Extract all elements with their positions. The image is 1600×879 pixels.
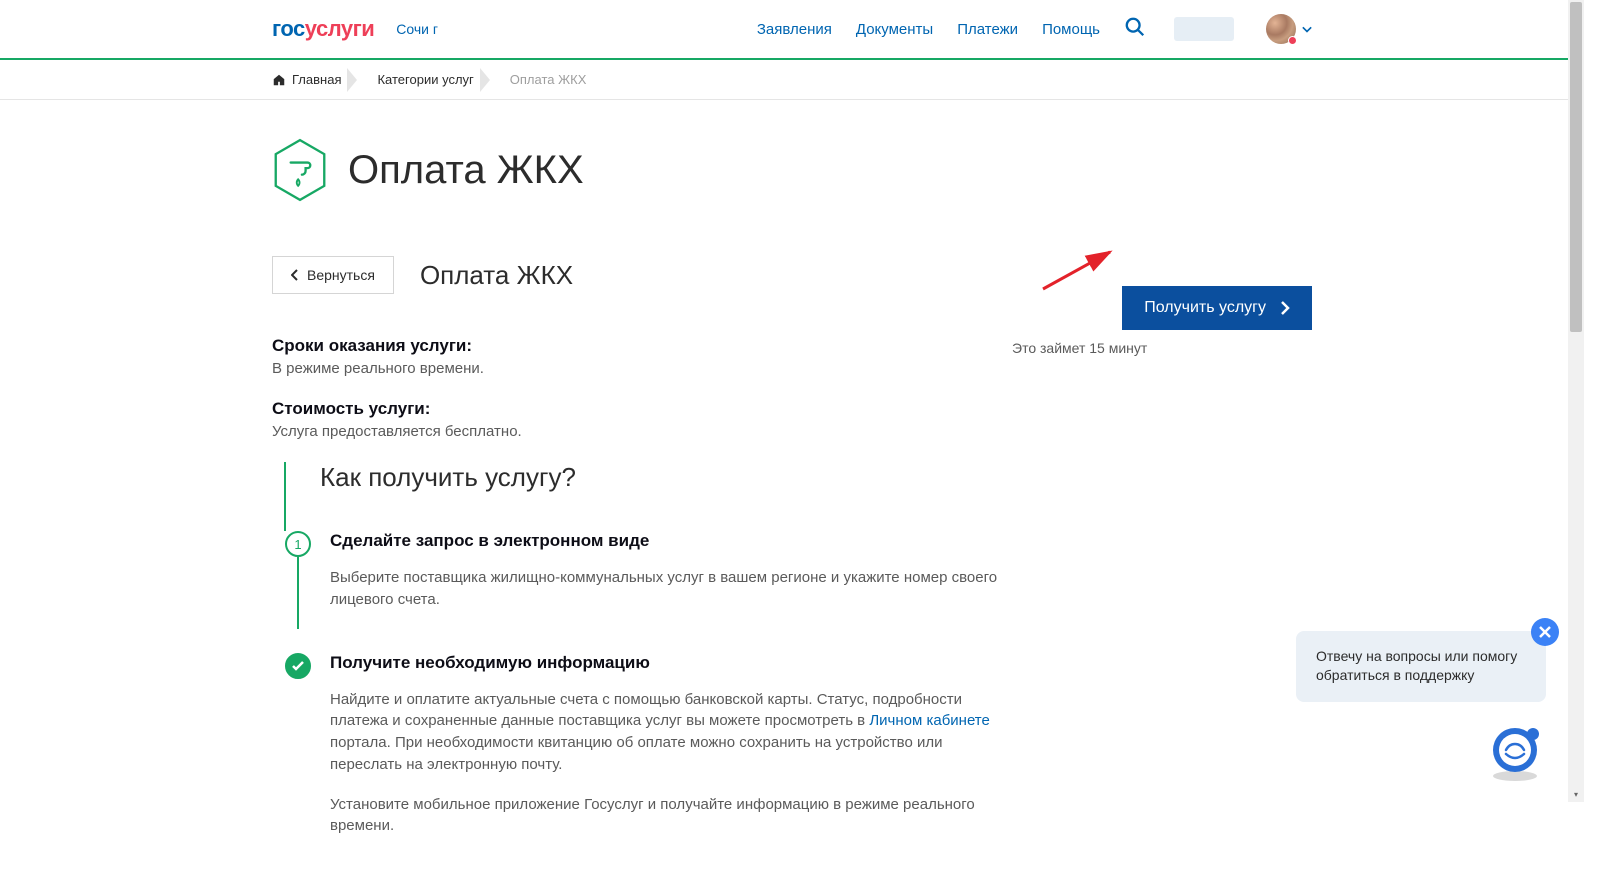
- chat-bubble: Отвечу на вопросы или помогу обратиться …: [1296, 631, 1546, 702]
- back-button-label: Вернуться: [307, 267, 375, 283]
- get-service-button-label: Получить услугу: [1144, 299, 1266, 317]
- page-title: Оплата ЖКХ: [348, 148, 584, 193]
- main-content: Оплата ЖКХ Вернуться Оплата ЖКХ Сроки ок…: [272, 100, 1312, 879]
- site-logo[interactable]: госуслуги: [272, 16, 374, 42]
- chat-close-button[interactable]: [1531, 618, 1559, 646]
- step-2-marker: [285, 653, 311, 679]
- breadcrumb-home[interactable]: Главная: [272, 72, 355, 87]
- breadcrumb-categories[interactable]: Категории услуг: [355, 72, 487, 87]
- step-2-text2: Установите мобильное приложение Госуслуг…: [330, 794, 1012, 838]
- scrollbar-track[interactable]: ▾: [1568, 0, 1584, 802]
- scrollbar-thumb[interactable]: [1570, 2, 1582, 332]
- breadcrumb-home-label: Главная: [292, 72, 341, 87]
- close-icon: [1539, 626, 1551, 638]
- home-icon: [272, 73, 286, 87]
- service-icon: [272, 138, 328, 202]
- avatar: [1266, 14, 1296, 44]
- chevron-right-icon: [1280, 301, 1290, 315]
- get-service-button[interactable]: Получить услугу: [1122, 286, 1312, 330]
- nav-applications[interactable]: Заявления: [757, 21, 832, 38]
- check-icon: [292, 661, 304, 671]
- search-icon[interactable]: [1124, 16, 1146, 43]
- action-note: Это займет 15 минут: [1012, 340, 1312, 356]
- user-name-placeholder: [1174, 17, 1234, 41]
- step-1-title: Сделайте запрос в электронном виде: [330, 531, 1012, 551]
- scrollbar-arrow-down[interactable]: ▾: [1568, 786, 1584, 802]
- top-nav: Заявления Документы Платежи Помощь: [757, 14, 1312, 44]
- nav-payments[interactable]: Платежи: [957, 21, 1018, 38]
- breadcrumb: Главная Категории услуг Оплата ЖКХ: [0, 60, 1584, 100]
- step-2-text-part2: портала. При необходимости квитанцию об …: [330, 734, 943, 773]
- nav-documents[interactable]: Документы: [856, 21, 933, 38]
- chat-mascot[interactable]: [1484, 720, 1546, 782]
- timing-label: Сроки оказания услуги:: [272, 336, 1012, 356]
- back-button[interactable]: Вернуться: [272, 256, 394, 294]
- header: госуслуги Сочи г Заявления Документы Пла…: [0, 0, 1584, 58]
- chat-text: Отвечу на вопросы или помогу обратиться …: [1316, 648, 1517, 684]
- step-2-text-part1: Найдите и оплатите актуальные счета с по…: [330, 691, 962, 730]
- nav-help[interactable]: Помощь: [1042, 21, 1100, 38]
- cost-value: Услуга предоставляется бесплатно.: [272, 423, 1012, 440]
- breadcrumb-current: Оплата ЖКХ: [488, 72, 601, 87]
- logo-uslugi: услуги: [305, 16, 375, 41]
- step-2-text: Найдите и оплатите актуальные счета с по…: [330, 689, 1012, 776]
- service-subtitle: Оплата ЖКХ: [420, 256, 573, 291]
- timing-value: В режиме реального времени.: [272, 360, 1012, 377]
- step-2-title: Получите необходимую информацию: [330, 653, 1012, 673]
- breadcrumb-categories-label: Категории услуг: [377, 72, 473, 87]
- step-1: 1 Сделайте запрос в электронном виде Выб…: [284, 531, 1012, 653]
- cost-label: Стоимость услуги:: [272, 399, 1012, 419]
- chevron-down-icon: [1302, 24, 1312, 34]
- notification-dot: [1288, 36, 1297, 45]
- user-menu[interactable]: [1266, 14, 1312, 44]
- step-1-marker: 1: [285, 531, 311, 557]
- chevron-left-icon: [291, 269, 299, 281]
- step-1-text: Выберите поставщика жилищно-коммунальных…: [330, 567, 1012, 611]
- steps-title: Как получить услугу?: [320, 462, 1012, 493]
- logo-gos: гос: [272, 16, 305, 41]
- breadcrumb-current-label: Оплата ЖКХ: [510, 72, 587, 87]
- personal-cabinet-link[interactable]: Личном кабинете: [869, 712, 990, 729]
- region-selector[interactable]: Сочи г: [396, 21, 438, 37]
- step-2: Получите необходимую информацию Найдите …: [284, 653, 1012, 879]
